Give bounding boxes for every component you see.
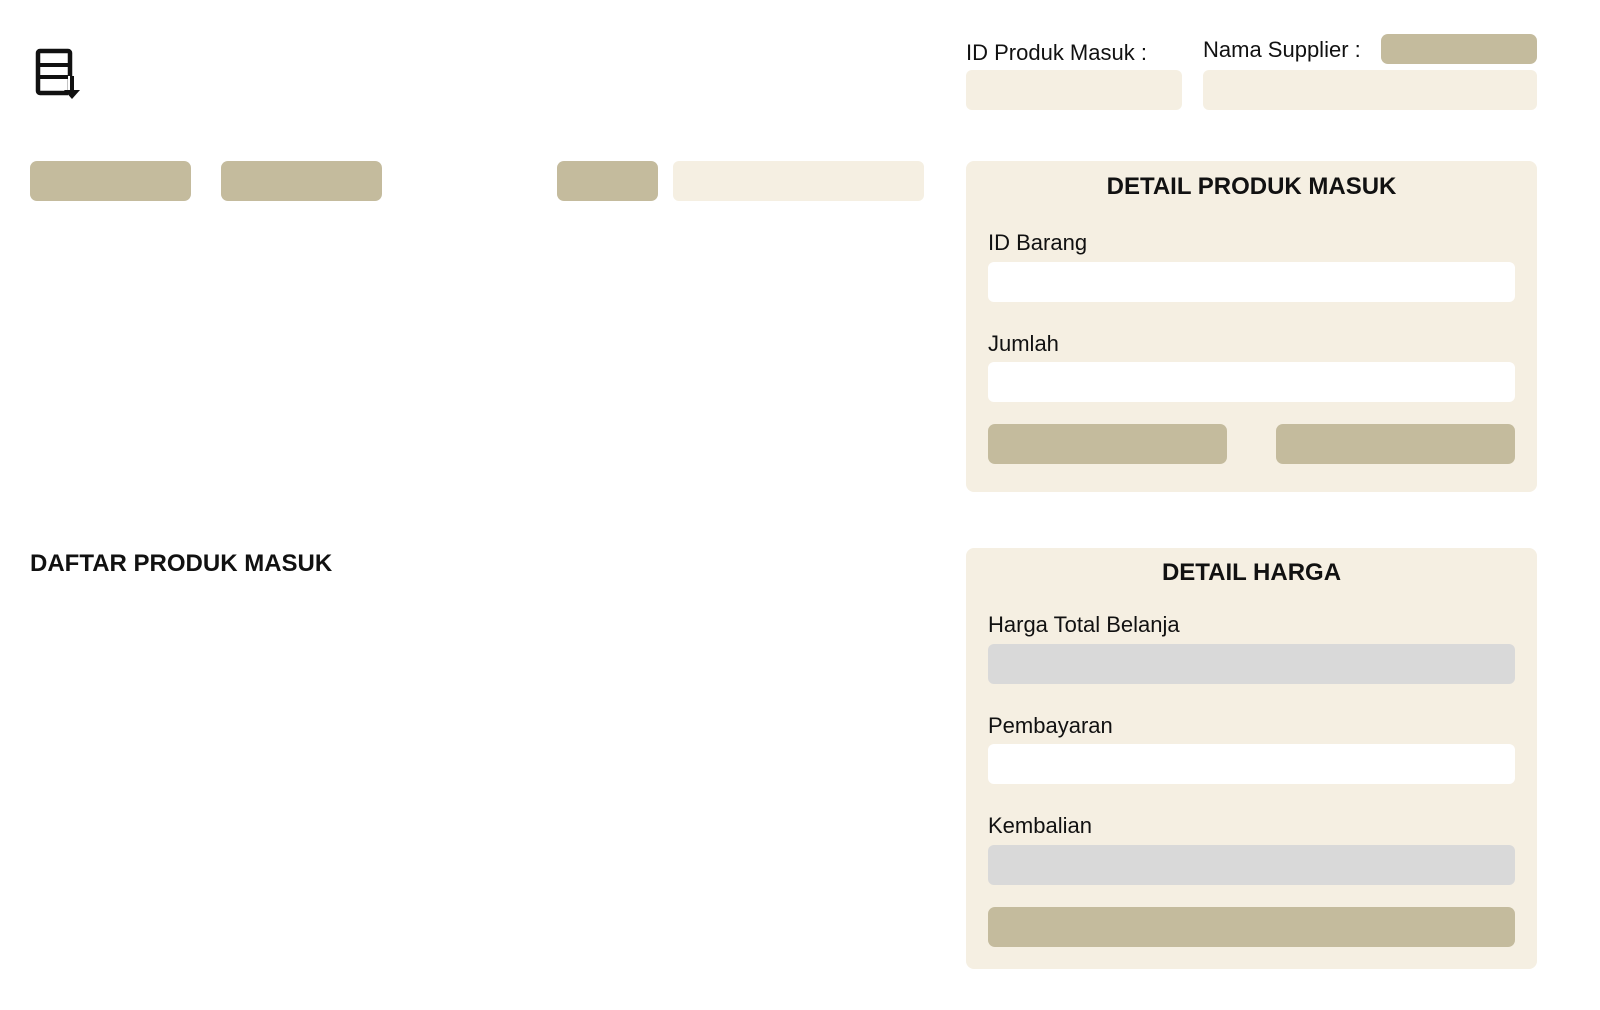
- id-produk-masuk-label: ID Produk Masuk :: [966, 40, 1147, 65]
- supplier-select-button[interactable]: [1381, 34, 1537, 64]
- toolbar-button-2[interactable]: [221, 161, 382, 201]
- search-input[interactable]: [673, 161, 924, 201]
- jumlah-label: Jumlah: [988, 331, 1059, 356]
- id-barang-input[interactable]: [988, 262, 1515, 302]
- toolbar-button-1[interactable]: [30, 161, 191, 201]
- pembayaran-input[interactable]: [988, 744, 1515, 784]
- pembayaran-label: Pembayaran: [988, 713, 1113, 738]
- id-produk-masuk-field[interactable]: [966, 70, 1182, 110]
- id-barang-label: ID Barang: [988, 230, 1088, 255]
- daftar-produk-masuk-list: [30, 590, 924, 970]
- harga-total-field: [988, 644, 1515, 684]
- nama-supplier-label: Nama Supplier :: [1203, 37, 1361, 62]
- detail-produk-right-button[interactable]: [1276, 424, 1515, 464]
- jumlah-input[interactable]: [988, 362, 1515, 402]
- document-download-icon: [34, 48, 84, 102]
- detail-harga-title: DETAIL HARGA: [1161, 559, 1342, 586]
- daftar-produk-masuk-title: DAFTAR PRODUK MASUK: [30, 550, 333, 577]
- detail-harga-submit-button[interactable]: [988, 907, 1515, 947]
- nama-supplier-field[interactable]: [1203, 70, 1537, 110]
- harga-total-label: Harga Total Belanja: [988, 612, 1180, 637]
- kembalian-field: [988, 845, 1515, 885]
- detail-produk-masuk-title: DETAIL PRODUK MASUK: [1106, 173, 1397, 200]
- search-button[interactable]: [557, 161, 658, 201]
- detail-produk-left-button[interactable]: [988, 424, 1227, 464]
- kembalian-label: Kembalian: [988, 813, 1092, 838]
